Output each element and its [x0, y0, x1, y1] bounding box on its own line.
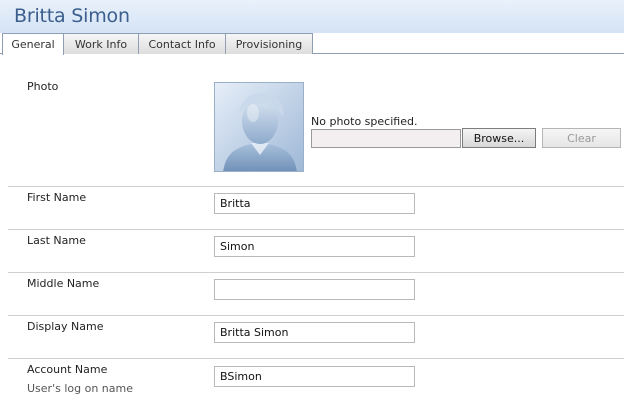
row-divider [8, 358, 624, 359]
default-avatar-icon [215, 83, 303, 171]
tab-general[interactable]: General [2, 33, 64, 55]
row-divider [8, 315, 624, 316]
tab-provisioning[interactable]: Provisioning [225, 33, 313, 54]
tab-contact-info[interactable]: Contact Info [138, 33, 226, 54]
header-bar: Britta Simon [0, 0, 624, 33]
row-divider [8, 272, 624, 273]
browse-button[interactable]: Browse... [462, 128, 536, 148]
first-name-field[interactable]: Britta [214, 193, 415, 214]
row-divider [8, 186, 624, 187]
display-name-field[interactable]: Britta Simon [214, 322, 415, 343]
clear-button[interactable]: Clear [542, 128, 621, 148]
first-name-label: First Name [27, 191, 87, 204]
account-name-label: Account Name [27, 363, 108, 376]
no-photo-text: No photo specified. [311, 115, 418, 128]
photo-placeholder [214, 82, 304, 172]
account-name-hint: User's log on name [27, 382, 133, 395]
middle-name-field[interactable] [214, 279, 415, 300]
last-name-field[interactable]: Simon [214, 236, 415, 257]
photo-path-input[interactable] [311, 129, 461, 148]
photo-label: Photo [27, 80, 59, 93]
middle-name-label: Middle Name [27, 277, 100, 290]
last-name-label: Last Name [27, 234, 86, 247]
tab-work-info[interactable]: Work Info [63, 33, 139, 54]
account-name-field[interactable]: BSimon [214, 366, 415, 387]
tab-strip: General Work Info Contact Info Provision… [0, 33, 624, 55]
display-name-label: Display Name [27, 320, 104, 333]
page-title: Britta Simon [14, 5, 130, 27]
row-divider [8, 229, 624, 230]
